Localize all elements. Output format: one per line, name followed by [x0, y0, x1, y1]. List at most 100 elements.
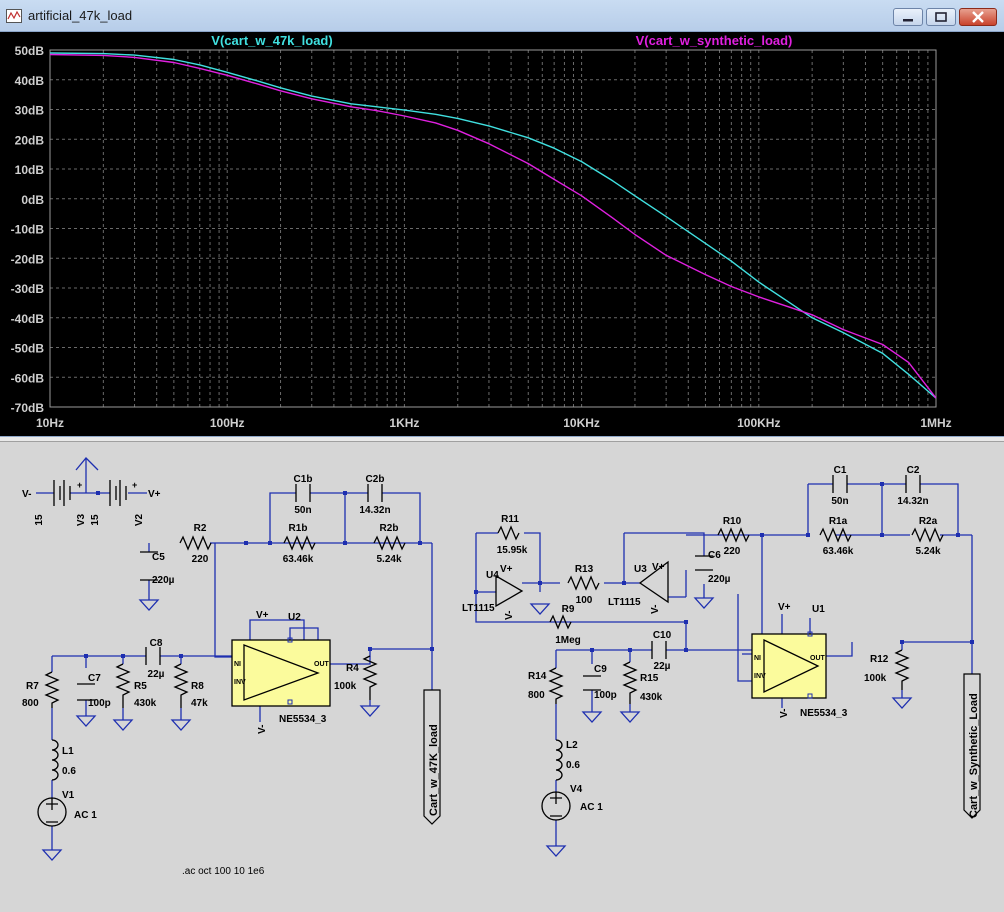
pin-u1-out: OUT: [810, 655, 826, 662]
value-v4: AC 1: [580, 802, 603, 813]
spice-directive[interactable]: .ac oct 100 10 1e6: [182, 866, 265, 877]
name-c2: C2: [907, 465, 920, 476]
minimize-button[interactable]: [893, 8, 923, 26]
value-l2: 0.6: [566, 760, 580, 771]
y-tick-label: 30dB: [15, 104, 45, 118]
x-tick-label: 100KHz: [737, 416, 780, 430]
name-v1: V1: [62, 790, 75, 801]
name-r14: R14: [528, 671, 547, 682]
name-c2b: C2b: [366, 474, 385, 485]
label-plus-v3: +: [77, 480, 82, 490]
right-components: [495, 475, 944, 821]
value-r2a: 5.24k: [915, 546, 940, 557]
label-u1-vplus: V+: [778, 602, 791, 613]
y-tick-label: -70dB: [11, 401, 45, 415]
waveform-plot-pane[interactable]: 50dB 40dB 30dB 20dB 10dB 0dB -10dB -20dB -30dB -4…: [0, 32, 1004, 436]
close-icon: [972, 11, 984, 23]
pin-u2-out: OUT: [314, 661, 330, 668]
value-c5: 220µ: [152, 575, 175, 586]
value-c10: 22µ: [654, 661, 671, 672]
name-r5: R5: [134, 681, 147, 692]
y-tick-label: -60dB: [11, 371, 45, 385]
value-r14: 800: [528, 690, 545, 701]
name-r7: R7: [26, 681, 39, 692]
right-junctions: [474, 482, 974, 699]
window-titlebar[interactable]: artificial_47k_load: [0, 0, 1004, 32]
pin-u1-ni: NI: [754, 655, 761, 662]
name-r13: R13: [575, 564, 594, 575]
value-r15: 430k: [640, 692, 663, 703]
name-c7: C7: [88, 673, 101, 684]
value-r13: 100: [576, 595, 593, 606]
right-ground-symbols: [530, 597, 912, 857]
value-r2: 220: [192, 554, 209, 565]
net-label-right[interactable]: Cart_w_Synthetic_Load: [968, 693, 980, 818]
bode-plot[interactable]: 50dB 40dB 30dB 20dB 10dB 0dB -10dB -20dB -30dB -4…: [0, 32, 1004, 436]
y-tick-label: 0dB: [21, 193, 44, 207]
value-r9: 1Meg: [555, 635, 581, 646]
value-c2b: 14.32n: [359, 505, 390, 516]
name-r1a: R1a: [829, 516, 848, 527]
left-components: [37, 480, 406, 827]
part-u1: NE5534_3: [800, 708, 848, 719]
value-v1: AC 1: [74, 810, 97, 821]
name-c8: C8: [150, 638, 163, 649]
pin-u2-ni: NI: [234, 661, 241, 668]
schematic-canvas[interactable]: V- V+ + + 15 V3 15 V2 C1b 50n C2b 14.32n…: [0, 442, 1004, 912]
value-r11: 15.95k: [497, 545, 528, 556]
x-axis-ticks: 10Hz 100Hz 1KHz 10KHz 100KHz 1MHz: [36, 416, 952, 430]
name-r11: R11: [501, 514, 519, 525]
name-r10: R10: [723, 516, 742, 527]
label-u3-vminus: V-: [650, 605, 661, 614]
net-label-left[interactable]: Cart_w_47K_load: [428, 724, 440, 816]
name-r2a: R2a: [919, 516, 938, 527]
x-tick-label: 1MHz: [920, 416, 951, 430]
value-r4: 100k: [334, 681, 357, 692]
value-c2: 14.32n: [897, 496, 928, 507]
value-r10: 220: [724, 546, 741, 557]
value-r1a: 63.46k: [823, 546, 854, 557]
left-ground-symbols: [42, 599, 380, 861]
y-tick-label: 50dB: [15, 44, 45, 58]
label-u2-vminus: V-: [257, 725, 268, 734]
restore-button[interactable]: [926, 8, 956, 26]
name-u1: U1: [812, 604, 825, 615]
name-r4: R4: [346, 663, 359, 674]
name-c1b: C1b: [294, 474, 313, 485]
name-c1: C1: [834, 465, 847, 476]
value-c7: 100p: [88, 698, 111, 709]
value-v3: 15: [34, 514, 45, 526]
name-r1b: R1b: [289, 523, 308, 534]
y-tick-label: 20dB: [15, 133, 45, 147]
name-r15: R15: [640, 673, 659, 684]
x-tick-label: 1KHz: [389, 416, 419, 430]
value-v2: 15: [90, 514, 101, 526]
y-tick-label: 40dB: [15, 74, 45, 88]
part-u4: LT1115: [462, 603, 495, 614]
close-button[interactable]: [959, 8, 997, 26]
name-v3: V3: [76, 513, 87, 526]
plot-series: [49, 52, 937, 399]
value-r1b: 63.46k: [283, 554, 314, 565]
value-r8: 47k: [191, 698, 208, 709]
x-tick-label: 10KHz: [563, 416, 600, 430]
value-c1b: 50n: [294, 505, 311, 516]
y-tick-label: 10dB: [15, 163, 45, 177]
schematic-pane[interactable]: V- V+ + + 15 V3 15 V2 C1b 50n C2b 14.32n…: [0, 442, 1004, 912]
value-c9: 100p: [594, 690, 617, 701]
trace-cart-w-47k-load[interactable]: [49, 52, 937, 399]
pin-u1-inv: INV: [754, 673, 766, 680]
label-u2-vplus: V+: [256, 610, 269, 621]
series-label-47k-load[interactable]: V(cart_w_47k_load): [211, 33, 332, 48]
label-vplus-left: V+: [148, 489, 161, 500]
trace-cart-w-synthetic-load[interactable]: [49, 53, 937, 399]
minimize-icon: [903, 19, 913, 22]
x-tick-label: 10Hz: [36, 416, 64, 430]
series-label-synthetic-load[interactable]: V(cart_w_synthetic_load): [636, 33, 793, 48]
y-tick-label: -50dB: [11, 342, 45, 356]
name-r8: R8: [191, 681, 204, 692]
name-l2: L2: [566, 740, 578, 751]
name-r9: R9: [562, 604, 575, 615]
name-u4: U4: [486, 570, 499, 581]
label-u1-vminus: V-: [779, 709, 790, 718]
